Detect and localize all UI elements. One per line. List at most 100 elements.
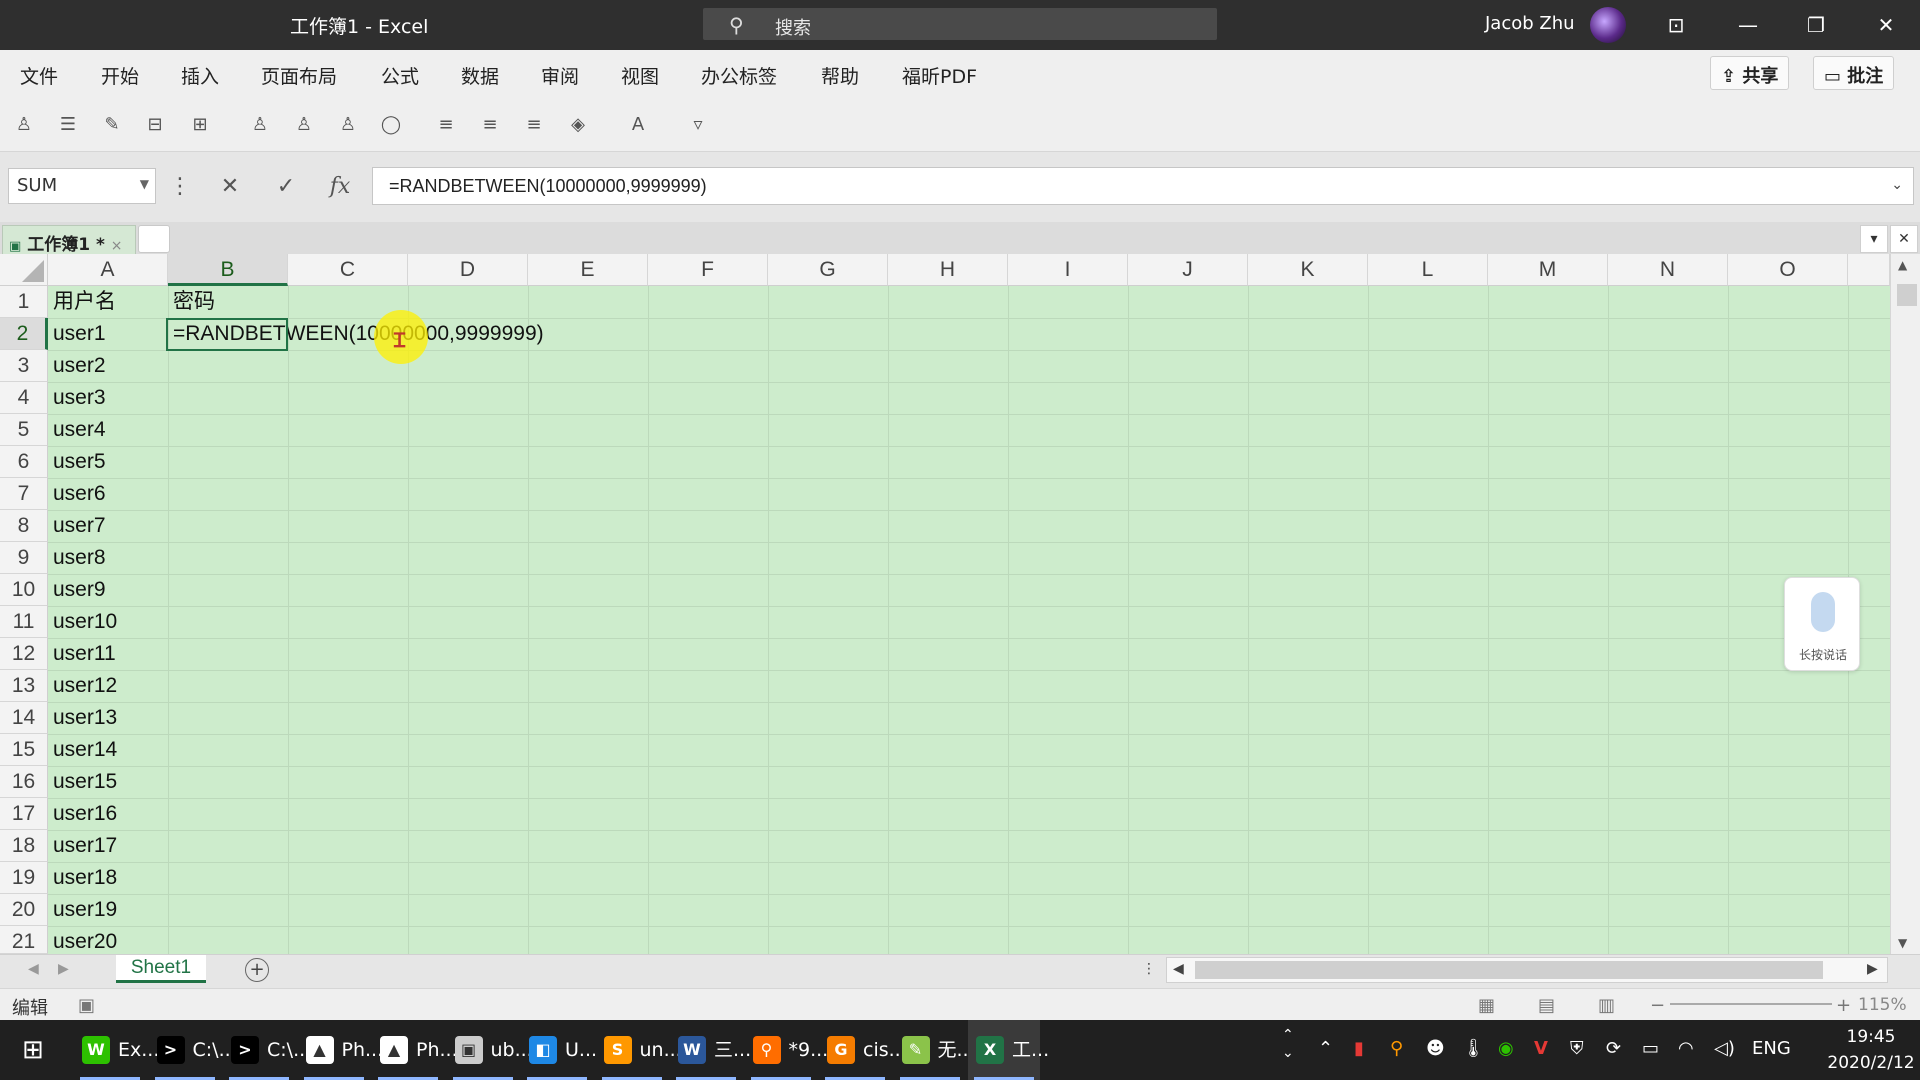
taskbar-item[interactable]: ◧ U...	[521, 1020, 597, 1080]
tab-list-icon[interactable]: ▾	[1860, 225, 1888, 253]
input-language[interactable]: ENG	[1752, 1038, 1791, 1059]
menu-view[interactable]: 视图	[621, 62, 659, 89]
add-sheet-icon[interactable]: +	[245, 958, 269, 982]
column-header[interactable]: I	[1008, 254, 1128, 286]
menu-file[interactable]: 文件	[20, 62, 58, 89]
zoom-out-icon[interactable]: −	[1650, 995, 1665, 1016]
battery-icon[interactable]: ▭	[1642, 1038, 1659, 1059]
antivirus-icon[interactable]: V	[1534, 1038, 1548, 1059]
cell-a7[interactable]: user6	[48, 478, 111, 510]
scroll-up-icon[interactable]: ▲	[1898, 258, 1907, 272]
page-layout-view-icon[interactable]: ▤	[1538, 995, 1555, 1016]
column-header[interactable]: F	[648, 254, 768, 286]
new-tab-button[interactable]	[138, 225, 170, 253]
sheet-tab[interactable]: Sheet1	[116, 955, 206, 983]
macro-record-icon[interactable]: ▣	[78, 995, 95, 1016]
taskbar-item[interactable]: ⚲ *9...	[745, 1020, 828, 1080]
column-header[interactable]: N	[1608, 254, 1728, 286]
vertical-scrollbar[interactable]: ▲ ▼	[1890, 254, 1920, 954]
cell-a3[interactable]: user2	[48, 350, 111, 382]
row-header[interactable]: 8	[0, 510, 48, 542]
tray-overflow-icon[interactable]: ⌃	[1318, 1038, 1333, 1059]
row-header[interactable]: 3	[0, 350, 48, 382]
row-header[interactable]: 21	[0, 926, 48, 954]
chevron-down-icon[interactable]: ▼	[140, 177, 149, 191]
cell-a19[interactable]: user18	[48, 862, 122, 894]
more-options-icon[interactable]: ⋮	[160, 170, 200, 204]
taskbar-item[interactable]: W 三...	[670, 1020, 751, 1080]
worksheet-grid[interactable]	[0, 254, 1890, 954]
zoom-level[interactable]: 115%	[1858, 995, 1907, 1015]
column-header[interactable]: G	[768, 254, 888, 286]
fill-color-icon[interactable]: ◈	[564, 112, 592, 138]
shapes-icon[interactable]: ◯	[377, 112, 405, 138]
row-header[interactable]: 9	[0, 542, 48, 574]
borders-icon[interactable]: ⊞	[186, 112, 214, 138]
menu-insert[interactable]: 插入	[181, 62, 219, 89]
normal-view-icon[interactable]: ▦	[1478, 995, 1495, 1016]
hierarchy-icon[interactable]: ♙	[334, 112, 362, 138]
zoom-slider[interactable]	[1670, 1003, 1832, 1005]
row-header[interactable]: 1	[0, 286, 48, 318]
column-header[interactable]	[1848, 254, 1890, 286]
menu-foxit-pdf[interactable]: 福昕PDF	[902, 62, 977, 89]
column-header[interactable]: B	[168, 254, 288, 286]
row-header[interactable]: 4	[0, 382, 48, 414]
org-chart-icon[interactable]: ♙	[10, 112, 38, 138]
cell-a10[interactable]: user9	[48, 574, 111, 606]
column-header[interactable]: D	[408, 254, 528, 286]
taskbar-item[interactable]: > C:\...	[223, 1020, 311, 1080]
comment-button[interactable]: ▭ 批注	[1813, 56, 1895, 90]
next-sheet-icon[interactable]: ▶	[58, 961, 69, 977]
scroll-right-icon[interactable]: ▶	[1867, 961, 1878, 977]
select-all-corner[interactable]	[0, 254, 48, 286]
scroll-thumb[interactable]	[1195, 961, 1823, 979]
zoom-in-icon[interactable]: +	[1836, 995, 1851, 1016]
cell-a15[interactable]: user14	[48, 734, 122, 766]
volume-icon[interactable]: ◁)	[1714, 1038, 1735, 1059]
row-header[interactable]: 13	[0, 670, 48, 702]
wechat-tray-icon[interactable]: ◉	[1498, 1038, 1514, 1059]
column-header[interactable]: C	[288, 254, 408, 286]
taskbar-item[interactable]: ▲ Ph...	[298, 1020, 383, 1080]
restore-icon[interactable]: ❐	[1782, 0, 1850, 50]
format-painter-icon[interactable]: ✎	[98, 112, 126, 138]
cell-a17[interactable]: user16	[48, 798, 122, 830]
row-header[interactable]: 6	[0, 446, 48, 478]
menu-review[interactable]: 审阅	[541, 62, 579, 89]
prev-sheet-icon[interactable]: ◀	[28, 961, 39, 977]
temperature-icon[interactable]: 🌡	[1462, 1038, 1485, 1059]
align-bottom-icon[interactable]: ≡	[520, 112, 548, 138]
cell-a2[interactable]: user1	[48, 318, 111, 350]
column-header[interactable]: O	[1728, 254, 1848, 286]
name-box[interactable]: SUM ▼	[8, 168, 156, 204]
user-name[interactable]: Jacob Zhu	[1485, 13, 1575, 34]
taskbar-item[interactable]: ✎ 无...	[894, 1020, 975, 1080]
system-clock[interactable]: 19:45 2020/2/12	[1826, 1024, 1916, 1076]
hierarchy-icon[interactable]: ♙	[290, 112, 318, 138]
merge-cells-icon[interactable]: ⊟	[141, 112, 169, 138]
row-header[interactable]: 16	[0, 766, 48, 798]
tray-search-icon[interactable]: ⚲	[1390, 1038, 1403, 1059]
row-header[interactable]: 19	[0, 862, 48, 894]
avatar[interactable]	[1590, 7, 1626, 43]
sync-icon[interactable]: ⟳	[1606, 1038, 1621, 1059]
cell-a13[interactable]: user12	[48, 670, 122, 702]
row-header[interactable]: 10	[0, 574, 48, 606]
scroll-left-icon[interactable]: ◀	[1173, 961, 1184, 977]
align-top-icon[interactable]: ≡	[432, 112, 460, 138]
security-shield-icon[interactable]: ⛨	[1570, 1038, 1584, 1059]
taskbar-scroll-icon[interactable]: ⌃ ⌄	[1282, 1026, 1294, 1062]
qq-icon[interactable]: ☻	[1426, 1038, 1445, 1059]
menu-office-tab[interactable]: 办公标签	[701, 62, 777, 89]
start-button[interactable]: ⊞	[0, 1020, 72, 1080]
row-header[interactable]: 2	[0, 318, 48, 350]
cell-a8[interactable]: user7	[48, 510, 111, 542]
cell-a18[interactable]: user17	[48, 830, 122, 862]
cell-a21[interactable]: user20	[48, 926, 122, 954]
row-header[interactable]: 20	[0, 894, 48, 926]
ribbon-display-icon[interactable]: ⊡	[1642, 0, 1710, 50]
cell-a12[interactable]: user11	[48, 638, 121, 670]
split-handle-icon[interactable]: ⋮	[1142, 961, 1156, 977]
cell-a16[interactable]: user15	[48, 766, 122, 798]
